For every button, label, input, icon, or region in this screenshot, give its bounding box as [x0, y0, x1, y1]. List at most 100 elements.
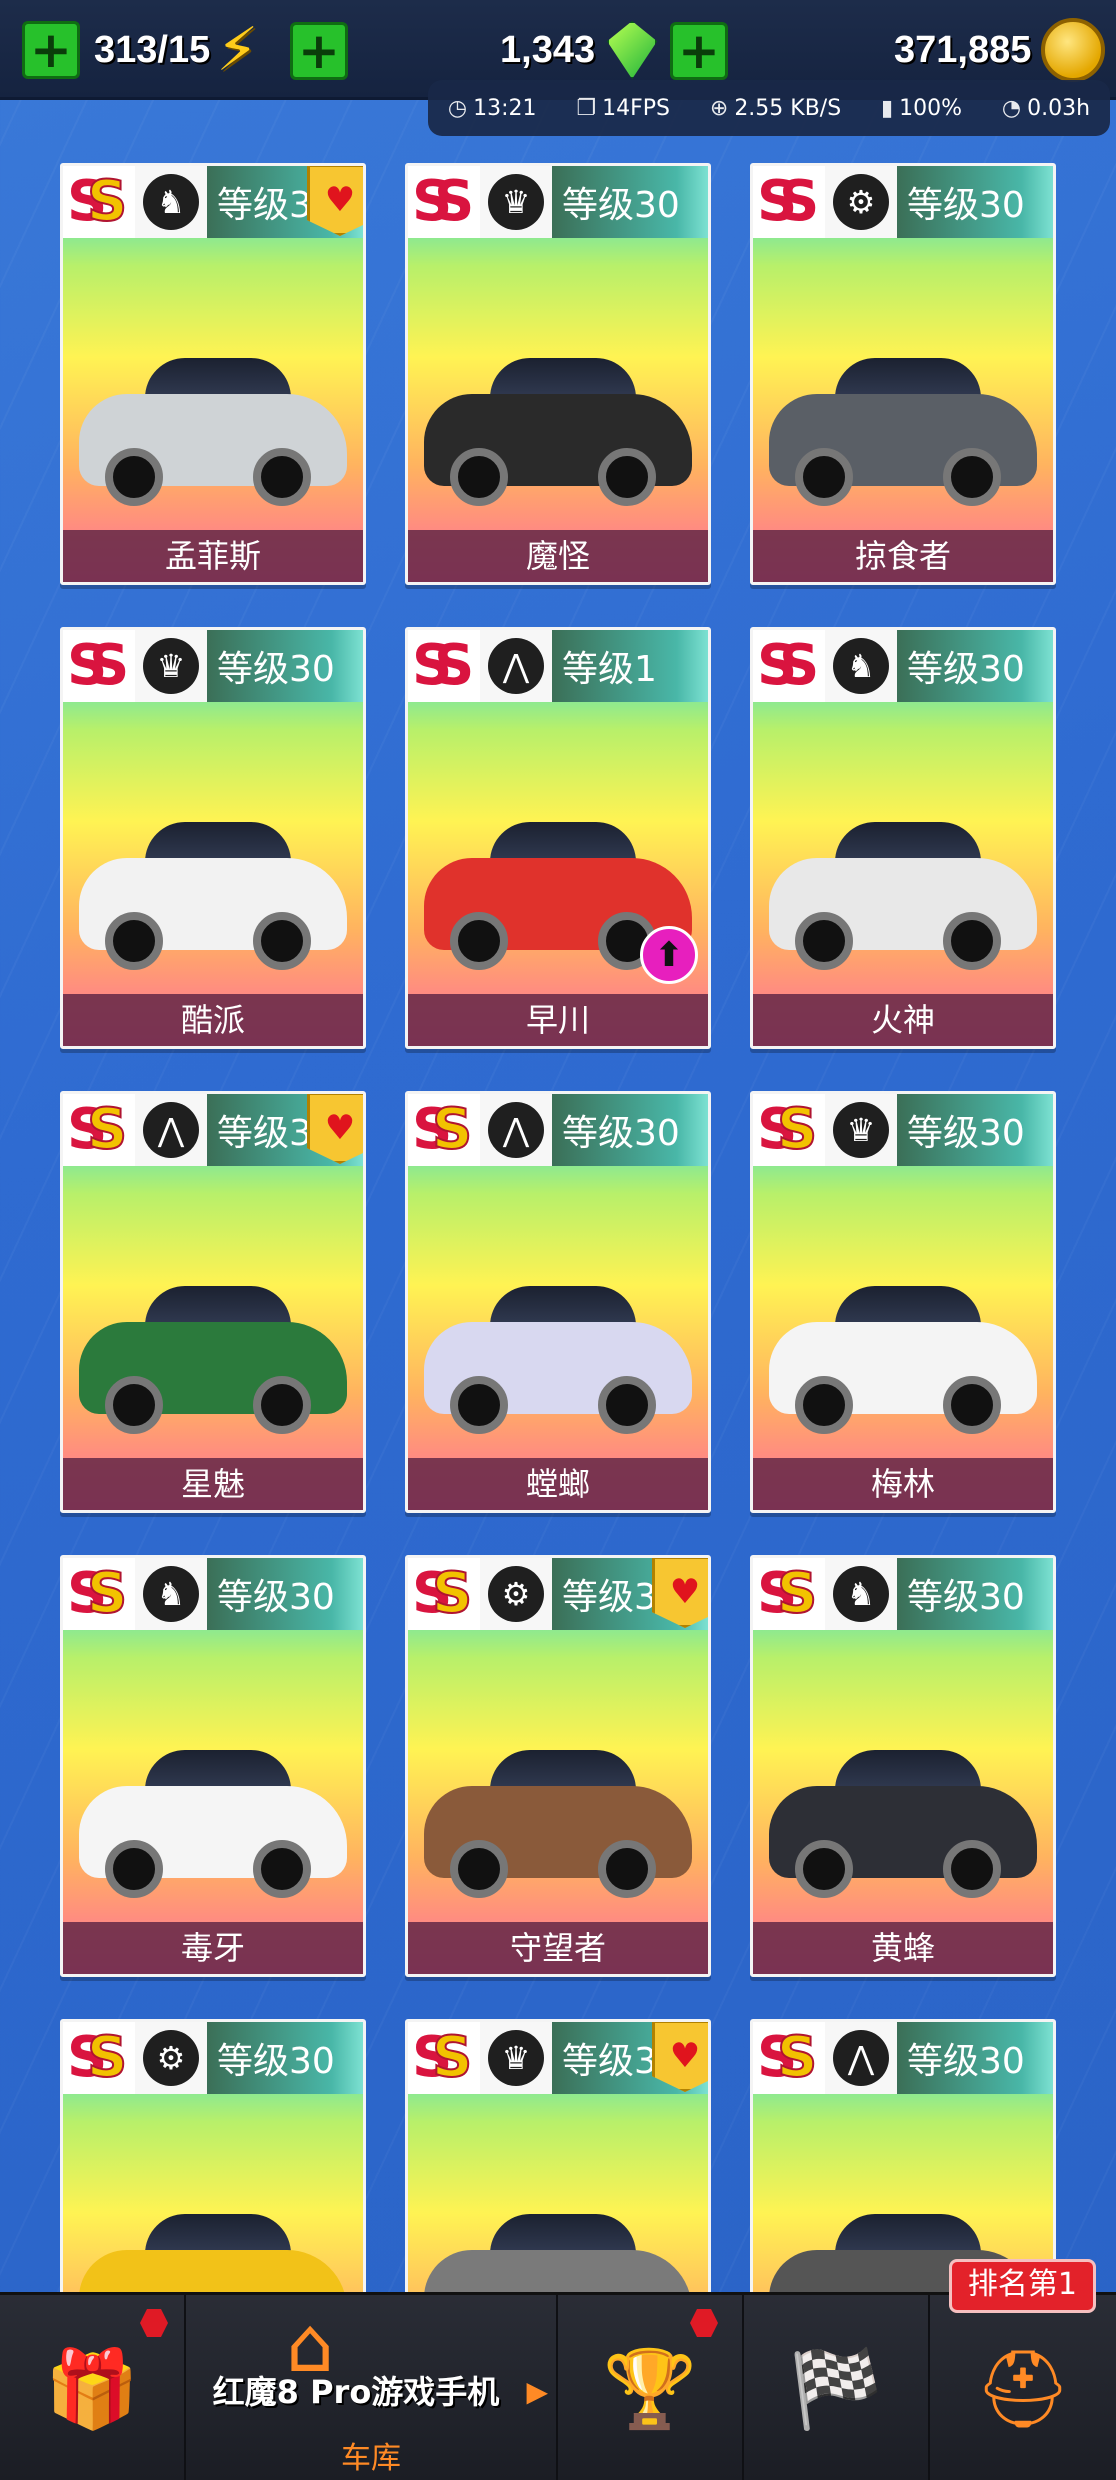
gift-box-icon: 🎁	[44, 2344, 140, 2433]
car-card[interactable]: SS ⋀ 等级30 螳螂	[405, 1091, 711, 1513]
gem-icon	[607, 21, 658, 79]
add-energy-button-2[interactable]: +	[290, 22, 348, 80]
add-energy-button[interactable]: +	[22, 21, 80, 79]
class-emblem: ♞	[135, 1558, 207, 1630]
gem-value: 1,343	[500, 28, 596, 71]
horse-icon: ♞	[833, 638, 889, 694]
class-emblem: ⋀	[135, 1094, 207, 1166]
car-image	[765, 1708, 1041, 1908]
car-card[interactable]: SS ⚙ 等级30 掠食者	[750, 163, 1056, 585]
nav-events[interactable]: 🏆	[558, 2295, 744, 2480]
card-header: SS ⋀ 等级30	[753, 2022, 1053, 2094]
helmet-icon: ⛑	[974, 2344, 1072, 2433]
car-level: 等级30	[552, 166, 708, 238]
car-card[interactable]: SS ♛ 等级30 梅林	[750, 1091, 1056, 1513]
chevron-right-icon: ▶	[526, 2375, 548, 2408]
car-level: 等级30	[897, 2022, 1053, 2094]
card-header: SS ⚙ 等级30	[63, 2022, 363, 2094]
rank-ss-badge: SS	[63, 1558, 135, 1630]
car-image	[75, 780, 351, 980]
card-header: SS ♛ 等级30	[753, 1094, 1053, 1166]
performance-overlay: ◷ 13:21 ❐ 14FPS ⊕ 2.55 KB/S ▮ 100% ◔ 0.03h	[428, 80, 1110, 136]
gem-counter: 1,343	[500, 14, 658, 86]
car-level: 等级30	[207, 1558, 363, 1630]
car-level: 等级30	[897, 1558, 1053, 1630]
card-header: SS ⚙ 等级30	[753, 166, 1053, 238]
nav-profile[interactable]: ⛑ 排名第1	[930, 2259, 1116, 2480]
car-card[interactable]: SS ⋀ 等级30 ♥ 星魅	[60, 1091, 366, 1513]
energy-value: 313/15	[94, 28, 211, 71]
rank-badge: 排名第1	[948, 2259, 1096, 2313]
class-emblem: ⋀	[480, 630, 552, 702]
card-header: SS ⋀ 等级30	[408, 1094, 708, 1166]
nav-gift[interactable]: 🎁	[0, 2295, 186, 2480]
network-stat: ⊕ 2.55 KB/S	[709, 95, 842, 121]
class-emblem: ♞	[825, 1558, 897, 1630]
trophy-flag-icon: 🏆	[602, 2344, 698, 2433]
car-name: 星魅	[63, 1458, 363, 1510]
rank-s-badge: SS	[753, 166, 825, 238]
car-image	[420, 1708, 696, 1908]
class-emblem: ⚙	[825, 166, 897, 238]
upgrade-arrow-icon[interactable]: ⬆	[640, 926, 698, 984]
coin-value: 371,885	[894, 28, 1032, 71]
class-emblem: ♛	[135, 630, 207, 702]
rank-s-badge: SS	[753, 630, 825, 702]
class-emblem: ♛	[480, 2022, 552, 2094]
class-emblem: ♞	[135, 166, 207, 238]
notification-dot	[690, 2309, 718, 2337]
rank-ss-badge: SS	[408, 1558, 480, 1630]
car-card[interactable]: SS ♞ 等级30 火神	[750, 627, 1056, 1049]
nav-race[interactable]: 🏁	[744, 2295, 930, 2480]
class-emblem: ♛	[825, 1094, 897, 1166]
runtime-stat: ◔ 0.03h	[1001, 95, 1091, 121]
rank-s-badge: SS	[408, 166, 480, 238]
car-level: 等级1	[552, 630, 708, 702]
card-header: SS ♛ 等级30	[63, 630, 363, 702]
car-name: 火神	[753, 994, 1053, 1046]
class-emblem: ⚙	[480, 1558, 552, 1630]
car-image	[75, 1708, 351, 1908]
rank-ss-badge: SS	[408, 2022, 480, 2094]
notification-dot	[140, 2309, 168, 2337]
car-level: 等级30	[897, 166, 1053, 238]
nav-garage[interactable]: ⌂ 红魔8 Pro游戏手机 ▶ 车库	[186, 2295, 558, 2480]
rank-ss-badge: SS	[408, 1094, 480, 1166]
horse-icon: ♞	[833, 1566, 889, 1622]
car-image	[765, 1244, 1041, 1444]
car-card[interactable]: SS ♛ 等级30 魔怪	[405, 163, 711, 585]
road-icon: ⋀	[143, 1102, 199, 1158]
crown-icon: ♛	[143, 638, 199, 694]
horse-icon: ♞	[143, 1566, 199, 1622]
card-header: SS ♞ 等级30	[753, 1558, 1053, 1630]
car-card[interactable]: SS ⚙ 等级30 ♥ 守望者	[405, 1555, 711, 1977]
car-name: 守望者	[408, 1922, 708, 1974]
crown-icon: ♛	[833, 1102, 889, 1158]
car-name: 魔怪	[408, 530, 708, 582]
car-card[interactable]: SS ⋀ 等级1 ⬆ 早川	[405, 627, 711, 1049]
add-gems-button[interactable]: +	[670, 22, 728, 80]
car-card[interactable]: SS ♛ 等级30 酷派	[60, 627, 366, 1049]
frames-icon: ❐	[576, 95, 597, 121]
card-header: SS ♞ 等级30	[63, 1558, 363, 1630]
car-name: 毒牙	[63, 1922, 363, 1974]
rank-ss-badge: SS	[63, 166, 135, 238]
car-name: 螳螂	[408, 1458, 708, 1510]
rank-ss-badge: SS	[753, 1094, 825, 1166]
car-card[interactable]: SS ♞ 等级30 ♥ 孟菲斯	[60, 163, 366, 585]
class-emblem: ⋀	[825, 2022, 897, 2094]
car-image	[765, 780, 1041, 980]
car-card[interactable]: SS ♞ 等级30 毒牙	[60, 1555, 366, 1977]
road-icon: ⋀	[833, 2030, 889, 2086]
horse-icon: ♞	[143, 174, 199, 230]
car-card[interactable]: SS ♞ 等级30 黄蜂	[750, 1555, 1056, 1977]
road-icon: ⋀	[488, 1102, 544, 1158]
class-emblem: ♛	[480, 166, 552, 238]
tire-icon: ⚙	[833, 174, 889, 230]
battery-stat: ▮ 100%	[881, 95, 963, 121]
car-image	[75, 316, 351, 516]
garage-label: 车库	[341, 2441, 401, 2476]
checkered-flags-icon: 🏁	[788, 2344, 884, 2433]
card-header: SS ♛ 等级30	[408, 166, 708, 238]
bottom-nav: 🎁 ⌂ 红魔8 Pro游戏手机 ▶ 车库 🏆 🏁 ⛑ 排名第1	[0, 2259, 1116, 2480]
